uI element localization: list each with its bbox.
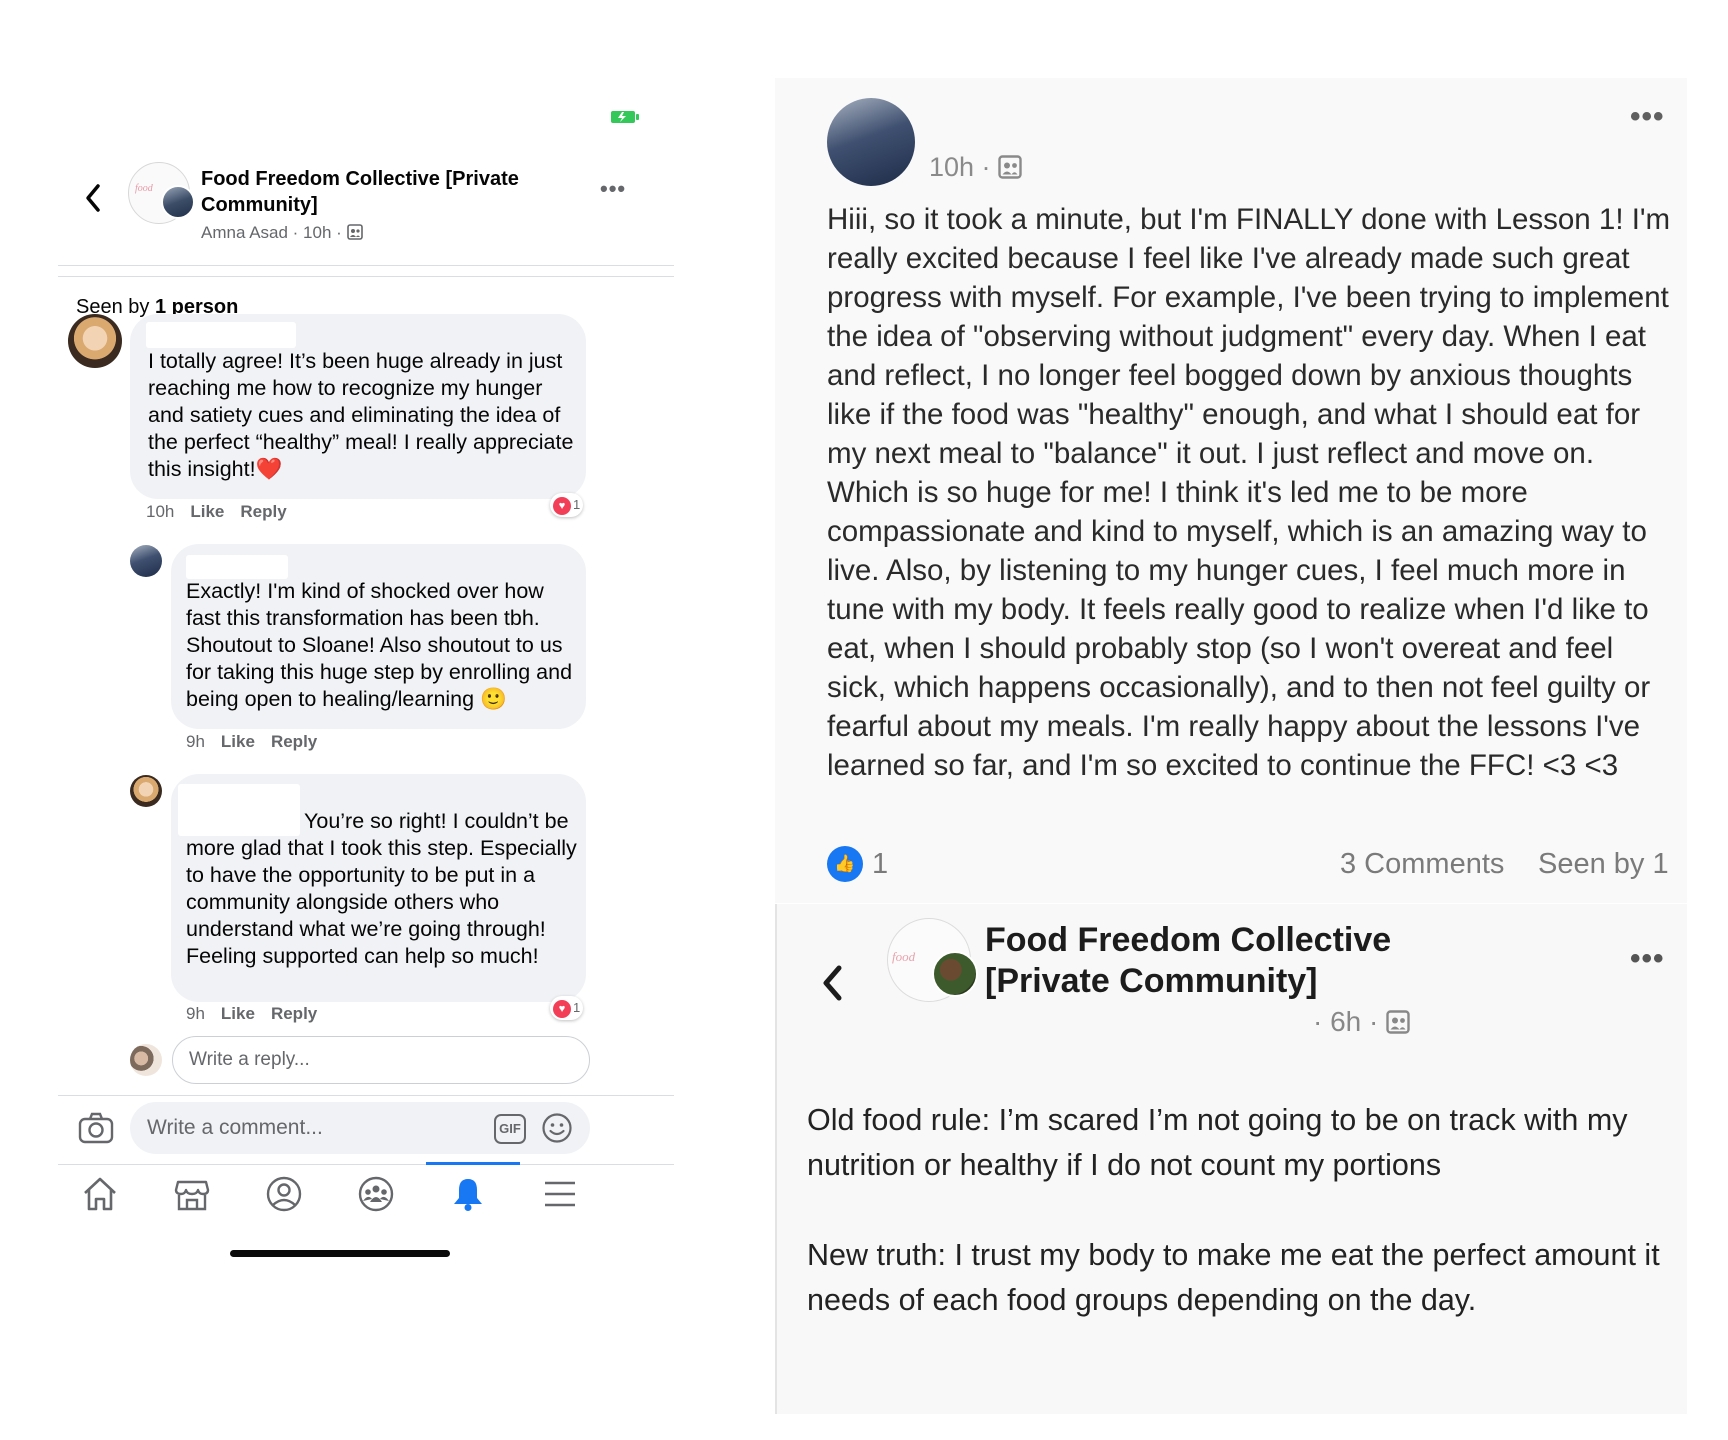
mobile-post-screen: food Food Freedom Collective [Private Co… bbox=[58, 100, 674, 1420]
more-options-icon[interactable]: ••• bbox=[1630, 100, 1665, 134]
comment-time: 10h bbox=[146, 502, 175, 521]
reply-link[interactable]: Reply bbox=[240, 502, 286, 521]
comment-time: 9h bbox=[186, 732, 205, 751]
like-link[interactable]: Like bbox=[221, 732, 255, 751]
love-reaction-icon: ♥ bbox=[553, 496, 571, 515]
comment-actions: 10h Like Reply bbox=[146, 502, 303, 522]
author-avatar[interactable] bbox=[827, 98, 915, 186]
marketplace-icon[interactable] bbox=[172, 1174, 212, 1214]
reaction-badge[interactable]: ♥ 1 bbox=[550, 493, 584, 517]
reply-link[interactable]: Reply bbox=[271, 732, 317, 751]
divider bbox=[58, 276, 674, 277]
menu-icon[interactable] bbox=[540, 1174, 580, 1214]
reaction-count: 1 bbox=[573, 497, 581, 512]
comment-text: I totally agree! It’s been huge already … bbox=[148, 349, 574, 481]
post-meta: · 6h · bbox=[1313, 1006, 1410, 1038]
reaction-badge[interactable]: ♥ 1 bbox=[550, 996, 584, 1020]
more-options-icon[interactable]: ••• bbox=[1630, 942, 1665, 976]
like-reaction-icon: 👍 bbox=[827, 846, 863, 882]
group-logo-script: food bbox=[892, 949, 916, 964]
profile-icon[interactable] bbox=[264, 1174, 304, 1214]
comment-text: Exactly! I'm kind of shocked over how fa… bbox=[186, 579, 573, 711]
reply-input[interactable]: Write a reply... bbox=[172, 1036, 590, 1084]
author-mini-avatar bbox=[161, 185, 195, 219]
comment-actions: 9h Like Reply bbox=[186, 732, 333, 752]
back-arrow-icon[interactable] bbox=[80, 178, 106, 218]
emoji-icon[interactable] bbox=[541, 1112, 573, 1144]
comments-count-link[interactable]: 3 Comments bbox=[1340, 848, 1504, 881]
groups-icon[interactable] bbox=[356, 1174, 396, 1214]
commenter-avatar[interactable] bbox=[68, 314, 122, 368]
group-members-icon bbox=[346, 224, 363, 240]
divider bbox=[58, 265, 674, 266]
comment-actions: 9h Like Reply bbox=[186, 1004, 333, 1024]
like-count[interactable]: 1 bbox=[872, 848, 888, 881]
notifications-icon[interactable] bbox=[448, 1174, 488, 1214]
like-link[interactable]: Like bbox=[221, 1004, 255, 1023]
group-members-icon bbox=[1386, 1010, 1410, 1034]
author-mini-avatar bbox=[932, 951, 978, 997]
divider bbox=[58, 1095, 674, 1096]
post-text: Old food rule: I’m scared I’m not going … bbox=[807, 1103, 1660, 1317]
post-text: Hiii, so it took a minute, but I'm FINAL… bbox=[827, 203, 1671, 782]
active-tab-indicator bbox=[426, 1162, 520, 1165]
comment-text: You’re so right! I couldn’t be more glad… bbox=[186, 809, 577, 968]
more-options-icon[interactable]: ••• bbox=[600, 176, 626, 202]
group-members-icon bbox=[998, 155, 1022, 179]
post-meta-text: 10h · bbox=[929, 152, 999, 182]
reply-link[interactable]: Reply bbox=[271, 1004, 317, 1023]
group-avatar[interactable]: food bbox=[128, 162, 195, 224]
battery-icon bbox=[611, 111, 639, 123]
my-avatar bbox=[130, 1044, 162, 1076]
commenter-avatar[interactable] bbox=[130, 545, 162, 577]
post-meta: 10h · bbox=[929, 152, 1022, 183]
like-link[interactable]: Like bbox=[190, 502, 224, 521]
group-logo-script: food bbox=[135, 183, 153, 194]
love-reaction-icon: ♥ bbox=[553, 999, 571, 1018]
group-title[interactable]: Food Freedom Collective [Private Communi… bbox=[985, 920, 1505, 1002]
comment-time: 9h bbox=[186, 1004, 205, 1023]
post-meta-text: Amna Asad · 10h · bbox=[201, 223, 347, 242]
camera-icon[interactable] bbox=[78, 1112, 114, 1144]
post-meta: Amna Asad · 10h · bbox=[201, 223, 363, 243]
post-meta-text: · 6h · bbox=[1313, 1006, 1387, 1037]
redacted-name bbox=[146, 322, 296, 348]
commenter-avatar[interactable] bbox=[130, 775, 162, 807]
tab-bar-divider bbox=[58, 1164, 674, 1165]
group-avatar[interactable]: food bbox=[887, 918, 978, 1002]
home-icon[interactable] bbox=[80, 1174, 120, 1214]
reaction-count: 1 bbox=[573, 1000, 581, 1015]
redacted-name bbox=[186, 555, 288, 579]
group-title[interactable]: Food Freedom Collective [Private Communi… bbox=[201, 166, 561, 218]
seen-by-label[interactable]: Seen by 1 bbox=[1538, 848, 1669, 881]
post-header: food Food Freedom Collective [Private Co… bbox=[58, 160, 674, 260]
gif-button[interactable]: GIF bbox=[494, 1114, 526, 1144]
home-indicator bbox=[230, 1250, 450, 1257]
back-arrow-icon[interactable] bbox=[817, 960, 847, 1006]
